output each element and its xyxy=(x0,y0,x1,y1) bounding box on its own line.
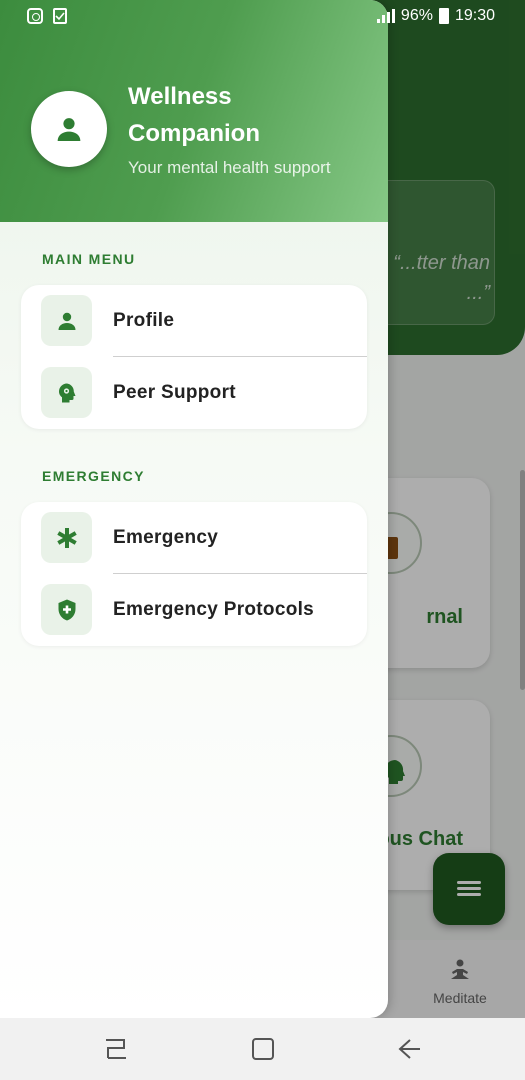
battery-percent: 96% xyxy=(400,7,433,24)
head-gear-icon xyxy=(58,383,75,402)
menu-item-label: Emergency xyxy=(113,527,219,548)
person-icon xyxy=(58,312,75,330)
menu-item-emergency-protocols[interactable]: Emergency Protocols xyxy=(21,574,367,646)
menu-item-emergency[interactable]: Emergency xyxy=(21,502,367,574)
navigation-drawer: Wellness Companion Your mental health su… xyxy=(0,0,388,1018)
main-menu-card: Profile Peer Support xyxy=(21,285,367,429)
recents-icon[interactable] xyxy=(102,1036,130,1062)
menu-item-label: Peer Support xyxy=(113,382,236,403)
menu-item-label: Profile xyxy=(113,310,175,331)
menu-item-profile[interactable]: Profile xyxy=(21,285,367,357)
emergency-card: Emergency Emergency Protocols xyxy=(21,502,367,646)
menu-item-label: Emergency Protocols xyxy=(113,599,315,620)
back-icon[interactable] xyxy=(396,1036,424,1062)
app-subtitle: Your mental health support xyxy=(128,158,331,177)
shield-plus-icon xyxy=(58,599,75,620)
menu-item-peer-support[interactable]: Peer Support xyxy=(21,357,367,429)
clock: 19:30 xyxy=(454,7,495,24)
clipboard-icon xyxy=(53,8,67,24)
app-title: Wellness Companion xyxy=(128,83,260,147)
section-title-main-menu: MAIN MENU xyxy=(42,251,136,267)
user-icon xyxy=(57,118,81,141)
status-bar: 96% 19:30 xyxy=(0,0,525,34)
home-icon[interactable] xyxy=(249,1036,277,1062)
avatar[interactable] xyxy=(31,91,107,167)
instagram-icon xyxy=(27,8,43,24)
section-title-emergency: EMERGENCY xyxy=(42,468,145,484)
system-navigation-bar xyxy=(0,1018,525,1080)
asterisk-icon xyxy=(56,527,77,548)
signal-icon xyxy=(376,9,395,23)
battery-icon xyxy=(438,8,449,24)
